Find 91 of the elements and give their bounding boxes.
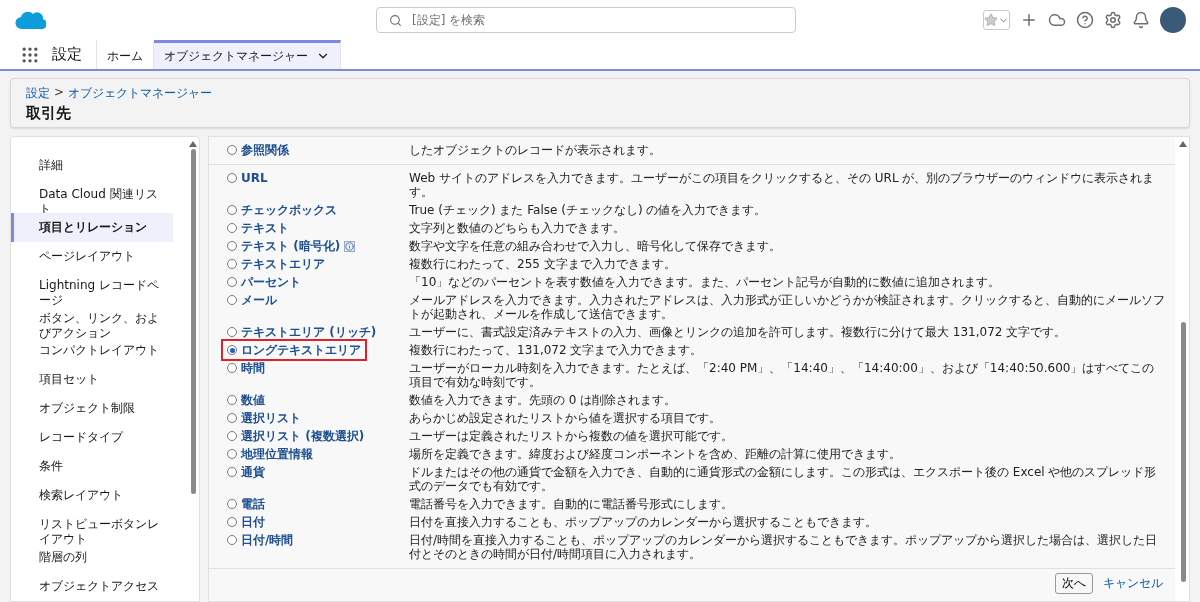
field-type-description: あらかじめ設定されたリストから値を選択する項目です。	[409, 411, 722, 425]
field-type-label[interactable]: パーセント	[241, 275, 301, 289]
search-placeholder: [設定] を検索	[412, 11, 486, 29]
field-type-description: ドルまたはその他の通貨で金額を入力でき、自動的に通貨形式の金額にします。この形式は、エクスポート後の Excel や他のスプレッド形式のデータでも有効です。	[409, 465, 1158, 493]
tab-label: ホーム	[107, 47, 143, 65]
field-type-description: ユーザーは定義されたリストから複数の値を選択可能です。	[409, 429, 734, 443]
sidebar-item[interactable]: レコードタイプ	[11, 423, 173, 453]
help-icon[interactable]	[1076, 11, 1094, 29]
breadcrumb-link[interactable]: 設定	[26, 85, 50, 102]
field-type-label[interactable]: テキストエリア (リッチ)	[241, 325, 377, 339]
bell-icon[interactable]	[1132, 11, 1150, 29]
sidebar-item[interactable]: Lightning レコードページ	[11, 270, 173, 304]
field-type-description: メールアドレスを入力できます。入力されたアドレスは、入力形式が正しいかどうかが検証されます。クリックすると、自動的にメールソフトが起動され、メールを作成して送信できます。	[409, 293, 1166, 321]
field-type-label[interactable]: 時間	[241, 361, 265, 375]
sidebar-item[interactable]: オブジェクトアクセス	[11, 572, 173, 601]
field-type-description: 日付を直接入力することも、ポップアップのカレンダーから選択することもできます。	[409, 515, 878, 529]
info-icon[interactable]	[344, 240, 356, 252]
field-type-label[interactable]: 通貨	[241, 465, 265, 479]
star-icon	[984, 13, 998, 27]
sidebar-item[interactable]: 項目セット	[11, 365, 173, 395]
field-type-label[interactable]: 参照関係	[241, 143, 289, 157]
field-type-label[interactable]: URL	[241, 171, 268, 185]
radio-button[interactable]	[227, 173, 237, 183]
radio-button[interactable]	[227, 259, 237, 269]
field-type-label[interactable]: 選択リスト (複数選択)	[241, 429, 365, 443]
field-type-description: True (チェック) また False (チェックなし) の値を入力できます。	[409, 203, 768, 217]
page-title: 取引先	[26, 104, 72, 123]
breadcrumb-separator: >	[54, 85, 65, 101]
field-type-description: ユーザーがローカル時刻を入力できます。たとえば、「2:40 PM」、「14:40」、「14:40:00」、および「14:40:50.600」はすべてこの項目で有効な時刻です。	[409, 361, 1156, 389]
radio-button[interactable]	[227, 205, 237, 215]
scroll-up-icon[interactable]	[1179, 141, 1187, 147]
field-type-description: 文字列と数値のどちらも入力できます。	[409, 221, 626, 235]
search-field[interactable]: [設定] を検索	[376, 7, 796, 33]
search-icon	[389, 13, 402, 27]
avatar[interactable]	[1160, 7, 1186, 33]
sidebar-item[interactable]: リストビューボタンレイアウト	[11, 510, 173, 543]
field-type-label[interactable]: メール	[241, 293, 277, 307]
tab-label: オブジェクトマネージャー	[164, 47, 308, 65]
field-type-label[interactable]: ロングテキストエリア	[241, 343, 361, 357]
radio-button[interactable]	[227, 431, 237, 441]
field-type-label[interactable]: チェックボックス	[241, 203, 337, 217]
radio-button[interactable]	[227, 467, 237, 477]
radio-button[interactable]	[227, 295, 237, 305]
field-type-description: ユーザーに、書式設定済みテキストの入力、画像とリンクの追加を許可します。複数行に分けて最大 131,072 文字です。	[409, 325, 1068, 339]
radio-button[interactable]	[227, 413, 237, 423]
field-type-description: 複数行にわたって、255 文字まで入力できます。	[409, 257, 677, 271]
field-type-description: 電話番号を入力できます。自動的に電話番号形式にします。	[409, 497, 734, 511]
radio-button[interactable]	[227, 327, 237, 337]
radio-button[interactable]	[227, 395, 237, 405]
field-type-description: 複数行にわたって、131,072 文字まで入力できます。	[409, 343, 704, 357]
sidebar-item[interactable]: 条件	[11, 452, 173, 482]
sidebar-item[interactable]: ページレイアウト	[11, 241, 173, 271]
field-type-label[interactable]: テキスト (暗号化)	[241, 239, 341, 253]
plus-icon[interactable]	[1020, 11, 1038, 29]
breadcrumb-link[interactable]: オブジェクトマネージャー	[68, 85, 213, 102]
settings-icon[interactable]	[1104, 11, 1122, 29]
next-button[interactable]: 次へ	[1055, 573, 1093, 594]
cancel-link[interactable]: キャンセル	[1103, 575, 1163, 592]
sidebar-item[interactable]: 項目とリレーション	[11, 212, 173, 242]
sidebar-item[interactable]: オブジェクト制限	[11, 394, 173, 424]
radio-button[interactable]	[227, 223, 237, 233]
field-type-label[interactable]: 電話	[241, 497, 265, 511]
field-type-description: 数値を入力できます。先頭の 0 は削除されます。	[409, 393, 678, 407]
radio-button[interactable]	[227, 499, 237, 509]
cloud-icon[interactable]	[1048, 11, 1066, 29]
radio-button[interactable]	[227, 517, 237, 527]
sidebar-item[interactable]: 詳細	[11, 151, 173, 180]
field-type-description: 数字や文字を任意の組み合わせで入力し、暗号化して保存できます。	[409, 239, 782, 253]
radio-button[interactable]	[227, 241, 237, 251]
field-type-label[interactable]: 日付/時間	[241, 533, 294, 547]
field-type-label[interactable]: 数値	[241, 393, 265, 407]
field-type-description: 場所を定義できます。緯度および経度コンポーネントを含め、距離の計算に使用できます。	[409, 447, 902, 461]
scroll-up-icon[interactable]	[189, 141, 197, 147]
field-type-label[interactable]: テキスト	[241, 221, 289, 235]
nav-tab[interactable]: オブジェクトマネージャー	[154, 40, 341, 69]
field-type-label[interactable]: 日付	[241, 515, 265, 529]
field-type-label[interactable]: 地理位置情報	[241, 447, 313, 461]
radio-button[interactable]	[227, 145, 237, 155]
radio-button[interactable]	[227, 449, 237, 459]
radio-button[interactable]	[227, 345, 237, 355]
field-type-label[interactable]: テキストエリア	[241, 257, 325, 271]
field-type-description: したオブジェクトのレコードが表示されます。	[409, 143, 662, 157]
radio-button[interactable]	[227, 535, 237, 545]
radio-button[interactable]	[227, 363, 237, 373]
sidebar-item[interactable]: 検索レイアウト	[11, 481, 173, 511]
radio-button[interactable]	[227, 277, 237, 287]
field-type-description: 「10」などのパーセントを表す数値を入力できます。また、パーセント記号が自動的に数値に追加されます。	[409, 275, 1002, 289]
field-type-label[interactable]: 選択リスト	[241, 411, 301, 425]
cloud-logo[interactable]	[14, 9, 46, 31]
field-type-description: Web サイトのアドレスを入力できます。ユーザーがこの項目をクリックすると、その URL が、別のブラウザーのウィンドウに表示されます。	[409, 171, 1156, 199]
field-type-description: 日付/時間を直接入力することも、ポップアップのカレンダーから選択することもできます。ポップアップから選択した場合は、選択した日付とそのときの時間が日付/時間項目に入力されます。	[409, 533, 1159, 561]
